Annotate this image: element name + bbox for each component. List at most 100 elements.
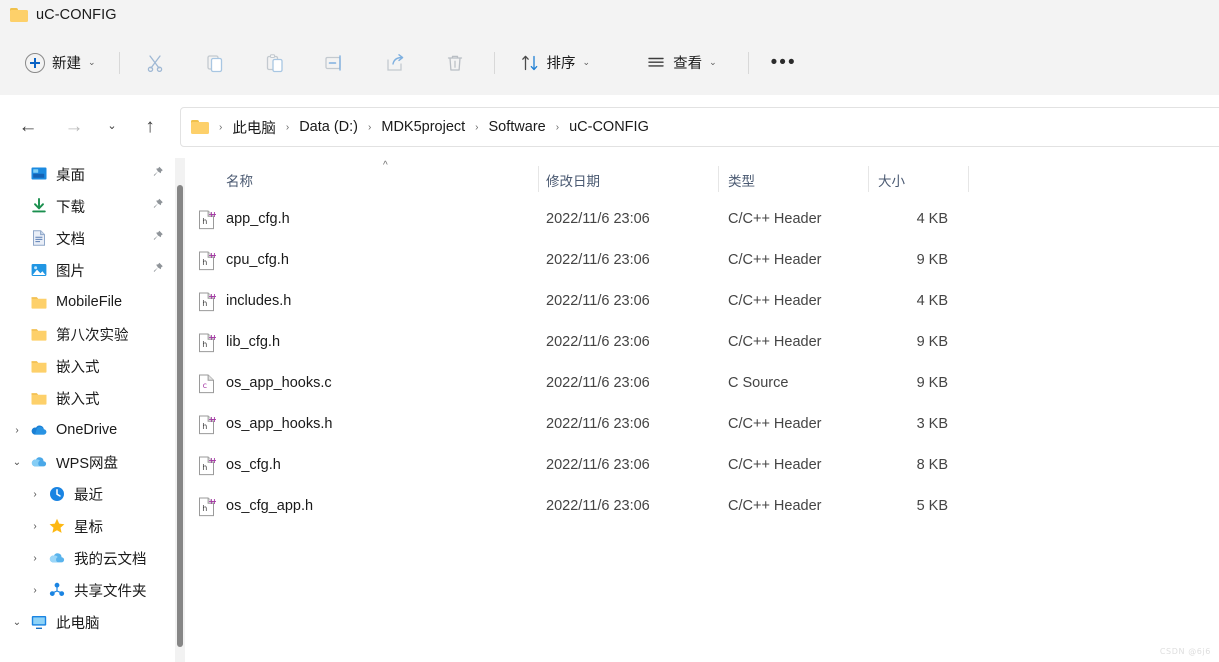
table-row[interactable]: c os_app_hooks.c 2022/11/6 23:06 C Source 9 … [190, 364, 1219, 405]
column-divider[interactable] [718, 166, 719, 192]
share-folder-icon [49, 582, 65, 596]
chevron-down-icon: ⌄ [107, 120, 117, 132]
delete-button[interactable] [434, 45, 476, 81]
table-row[interactable]: h + + lib_cfg.h 2022/11/6 23:06 C/C++ Header 9… [190, 323, 1219, 364]
share-button[interactable] [374, 45, 416, 81]
chevron-right-icon[interactable]: › [24, 521, 46, 532]
back-button[interactable]: ← [10, 110, 46, 144]
arrow-left-icon: ← [18, 116, 38, 137]
view-button-label: 查看 [673, 56, 703, 72]
pin-icon[interactable] [151, 230, 164, 247]
new-button[interactable]: 新建 ⌄ [16, 45, 105, 81]
file-size: 4 KB [916, 293, 948, 309]
chevron-right-icon[interactable]: › [24, 553, 46, 564]
sidebar-item-4[interactable]: MobileFile [0, 286, 174, 318]
column-header-type[interactable]: 类型 [728, 170, 755, 190]
sidebar-item-13[interactable]: › 共享文件夹 [0, 574, 174, 606]
breadcrumb-item-4[interactable]: uC-CONFIG [565, 117, 653, 137]
column-header-name[interactable]: 名称 [226, 170, 253, 190]
breadcrumb-separator: › [219, 121, 223, 133]
h-file-icon-wrap: h + + [198, 292, 217, 312]
sidebar-item-14[interactable]: ⌄ 此电脑 [0, 606, 174, 638]
chevron-right-icon[interactable]: › [24, 585, 46, 596]
wps-cloud-icon-wrap [28, 453, 50, 471]
this-pc-icon-wrap [28, 613, 50, 631]
more-options-button[interactable]: ••• [763, 45, 805, 81]
folder-icon [31, 329, 47, 341]
c-file-icon-wrap: c [198, 374, 216, 394]
pin-icon[interactable] [151, 198, 164, 215]
sidebar-item-5[interactable]: 第八次实验 [0, 318, 174, 350]
address-bar[interactable]: › 此电脑 › Data (D:) › MDK5project › Softwa… [180, 107, 1219, 147]
sidebar-item-3[interactable]: 图片 [0, 254, 174, 286]
table-row[interactable]: h + + app_cfg.h 2022/11/6 23:06 C/C++ Header 4… [190, 200, 1219, 241]
paste-icon [266, 53, 283, 72]
chevron-right-icon[interactable]: › [6, 425, 28, 436]
view-button[interactable]: 查看 ⌄ [637, 45, 726, 81]
rename-button[interactable] [314, 45, 356, 81]
table-row[interactable]: h + + os_cfg.h 2022/11/6 23:06 C/C++ Header 8 … [190, 446, 1219, 487]
breadcrumb-item-2[interactable]: MDK5project [377, 117, 469, 137]
sidebar-item-9[interactable]: ⌄ WPS网盘 [0, 446, 174, 478]
table-row[interactable]: h + + os_cfg_app.h 2022/11/6 23:06 C/C++ Head… [190, 487, 1219, 528]
pin-icon[interactable] [151, 166, 164, 183]
cut-button[interactable] [134, 45, 176, 81]
sidebar-item-11[interactable]: › 星标 [0, 510, 174, 542]
sidebar-scrollbar-thumb[interactable] [177, 185, 183, 647]
svg-text:+: + [211, 251, 216, 260]
sidebar-item-1[interactable]: 下载 [0, 190, 174, 222]
breadcrumb-item-3[interactable]: Software [485, 117, 550, 137]
table-row[interactable]: h + + includes.h 2022/11/6 23:06 C/C++ Header… [190, 282, 1219, 323]
watermark: CSDN @6j6 [1159, 647, 1211, 656]
table-row[interactable]: h + + cpu_cfg.h 2022/11/6 23:06 C/C++ Header 9… [190, 241, 1219, 282]
sidebar-item-6[interactable]: 嵌入式 [0, 350, 174, 382]
file-size: 9 KB [916, 252, 948, 268]
pin-icon[interactable] [151, 262, 164, 279]
file-size: 4 KB [916, 211, 948, 227]
column-header-date[interactable]: 修改日期 [546, 170, 600, 190]
copy-button[interactable] [194, 45, 236, 81]
column-headers: 名称 ^ 修改日期 类型 大小 [190, 158, 1219, 200]
cloud-icon [49, 553, 65, 563]
chevron-down-icon[interactable]: ⌄ [6, 457, 28, 468]
svg-text:h: h [202, 422, 207, 431]
sidebar-item-12[interactable]: › 我的云文档 [0, 542, 174, 574]
sidebar-item-0[interactable]: 桌面 [0, 158, 174, 190]
column-header-size[interactable]: 大小 [878, 170, 905, 190]
sidebar-item-7[interactable]: 嵌入式 [0, 382, 174, 414]
breadcrumb-item-1[interactable]: Data (D:) [295, 117, 362, 137]
column-divider[interactable] [868, 166, 869, 192]
file-rows: h + + app_cfg.h 2022/11/6 23:06 C/C++ Header 4… [190, 200, 1219, 528]
chevron-down-icon: ⌄ [709, 57, 717, 67]
sidebar-item-label: 此电脑 [56, 615, 100, 632]
column-divider[interactable] [968, 166, 969, 192]
documents-icon-wrap [28, 229, 50, 247]
sidebar-item-10[interactable]: › 最近 [0, 478, 174, 510]
h-file-icon-wrap: h + + [198, 497, 217, 517]
file-type: C/C++ Header [728, 211, 822, 227]
chevron-right-icon[interactable]: › [24, 489, 46, 500]
chevron-down-icon[interactable]: ⌄ [6, 617, 28, 628]
sidebar-item-label: 嵌入式 [56, 391, 100, 408]
sidebar-item-label: 下载 [56, 199, 85, 216]
forward-button[interactable]: → [56, 110, 92, 144]
recent-locations-button[interactable]: ⌄ [94, 110, 130, 144]
sidebar-item-label: 我的云文档 [74, 551, 147, 568]
downloads-icon-wrap [28, 197, 50, 215]
onedrive-icon [31, 425, 47, 435]
toolbar-divider-1 [118, 51, 120, 74]
table-row[interactable]: h + + os_app_hooks.h 2022/11/6 23:06 C/C++ He… [190, 405, 1219, 446]
sidebar-item-label: 文档 [56, 231, 85, 248]
up-button[interactable]: ↑ [132, 110, 168, 144]
paste-button[interactable] [254, 45, 296, 81]
h-file-icon-wrap: h + + [198, 333, 217, 353]
column-divider[interactable] [538, 166, 539, 192]
file-type: C/C++ Header [728, 252, 822, 268]
h-file-icon-wrap: h + + [198, 210, 217, 230]
file-type: C/C++ Header [728, 416, 822, 432]
sort-button[interactable]: 排序 ⌄ [511, 45, 600, 81]
sidebar-item-8[interactable]: › OneDrive [0, 414, 174, 446]
svg-text:+: + [211, 415, 216, 424]
breadcrumb-item-0[interactable]: 此电脑 [228, 115, 280, 140]
sidebar-item-2[interactable]: 文档 [0, 222, 174, 254]
